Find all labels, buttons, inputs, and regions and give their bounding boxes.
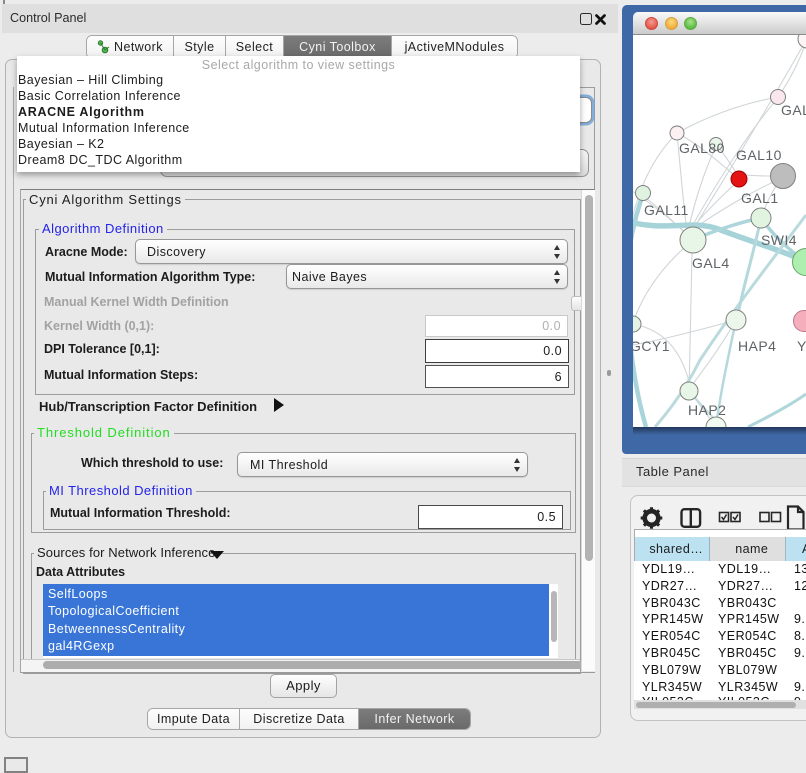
svg-text:GAL80: GAL80 <box>679 140 725 156</box>
svg-text:GAL2: GAL2 <box>781 102 806 118</box>
svg-text:SWI4: SWI4 <box>761 232 797 248</box>
svg-text:GCY1: GCY1 <box>633 338 670 354</box>
svg-text:GAL10: GAL10 <box>736 147 782 163</box>
svg-text:GAL4: GAL4 <box>692 255 730 271</box>
svg-text:GAL1: GAL1 <box>741 190 779 206</box>
svg-text:YJL0: YJL0 <box>797 338 806 354</box>
svg-text:GAL11: GAL11 <box>644 202 689 218</box>
svg-text:HAP2: HAP2 <box>688 402 726 418</box>
svg-text:HAP4: HAP4 <box>738 338 776 354</box>
